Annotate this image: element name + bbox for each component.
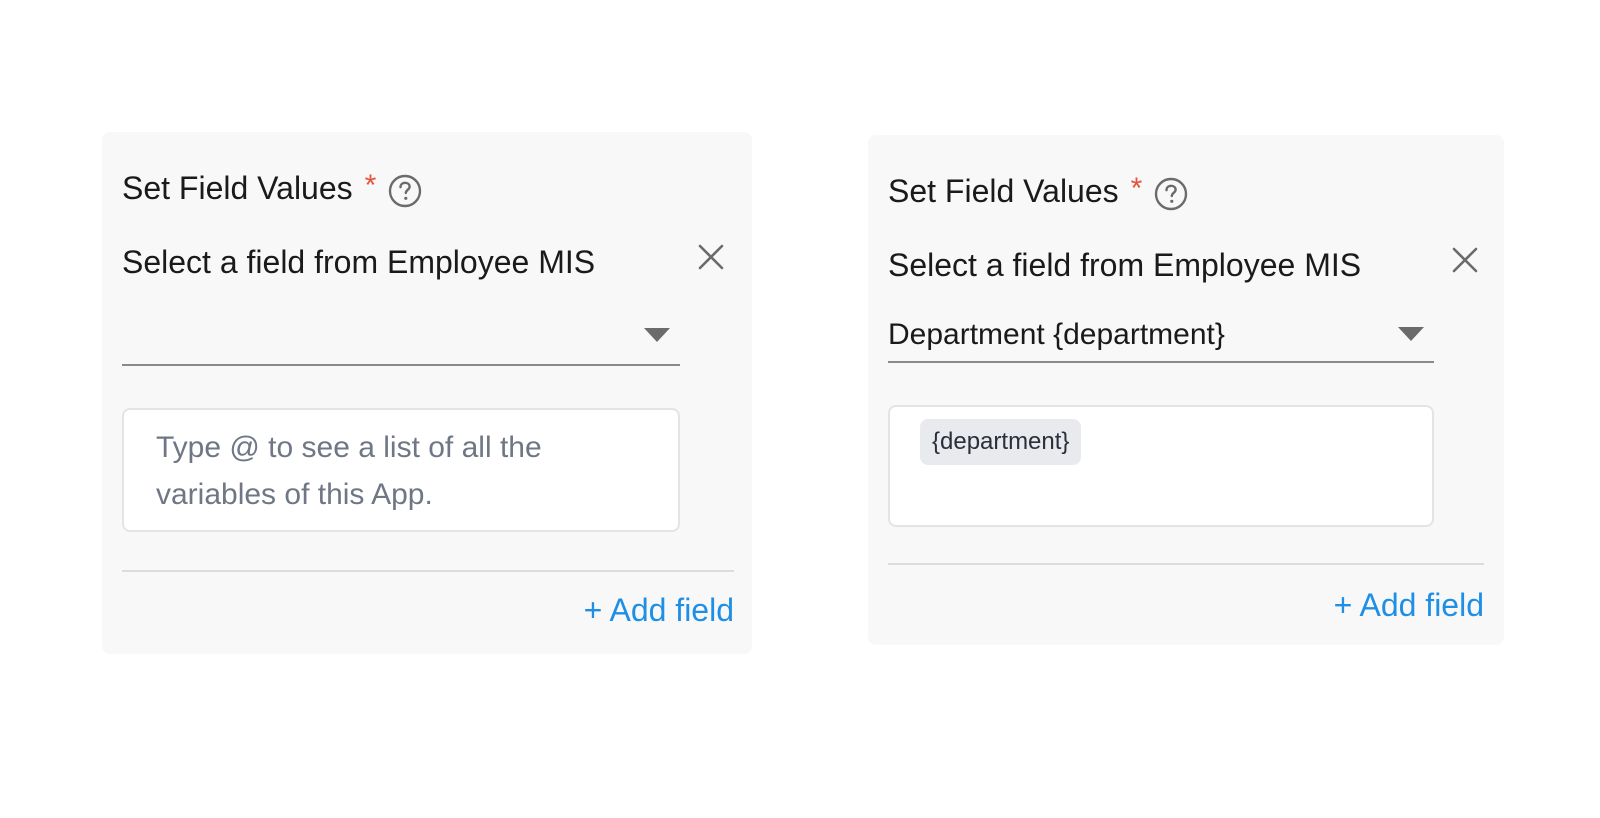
set-field-values-panel-filled: Set Field Values * Select a field from E… [868,135,1504,645]
set-field-values-panel-empty: Set Field Values * Select a field from E… [102,132,752,654]
add-field-button[interactable]: + Add field [1334,585,1484,625]
close-icon[interactable] [696,242,726,272]
required-indicator: * [1130,172,1143,205]
help-icon[interactable] [1154,177,1188,211]
field-select-dropdown[interactable]: Department {department} [888,311,1434,363]
divider [888,563,1484,565]
field-value-placeholder: Type @ to see a list of all the variable… [156,431,542,511]
field-value-input[interactable]: Type @ to see a list of all the variable… [122,408,680,532]
field-select-label: Select a field from Employee MIS [122,244,596,280]
variable-chip[interactable]: {department} [920,419,1082,465]
add-field-button[interactable]: + Add field [584,590,734,630]
field-select-label: Select a field from Employee MIS [888,247,1362,283]
section-title-text: Set Field Values [122,170,353,206]
selected-field-value: Department {department} [888,318,1225,351]
close-icon[interactable] [1450,245,1480,275]
section-title: Set Field Values * [122,168,422,208]
field-select-dropdown[interactable] [122,312,680,366]
chevron-down-icon [1398,327,1424,341]
section-title-text: Set Field Values [888,173,1119,209]
section-title: Set Field Values * [888,171,1188,211]
required-indicator: * [364,169,377,202]
chevron-down-icon [644,328,670,342]
help-icon[interactable] [388,174,422,208]
divider [122,570,734,572]
field-value-input[interactable]: {department} [888,405,1434,527]
